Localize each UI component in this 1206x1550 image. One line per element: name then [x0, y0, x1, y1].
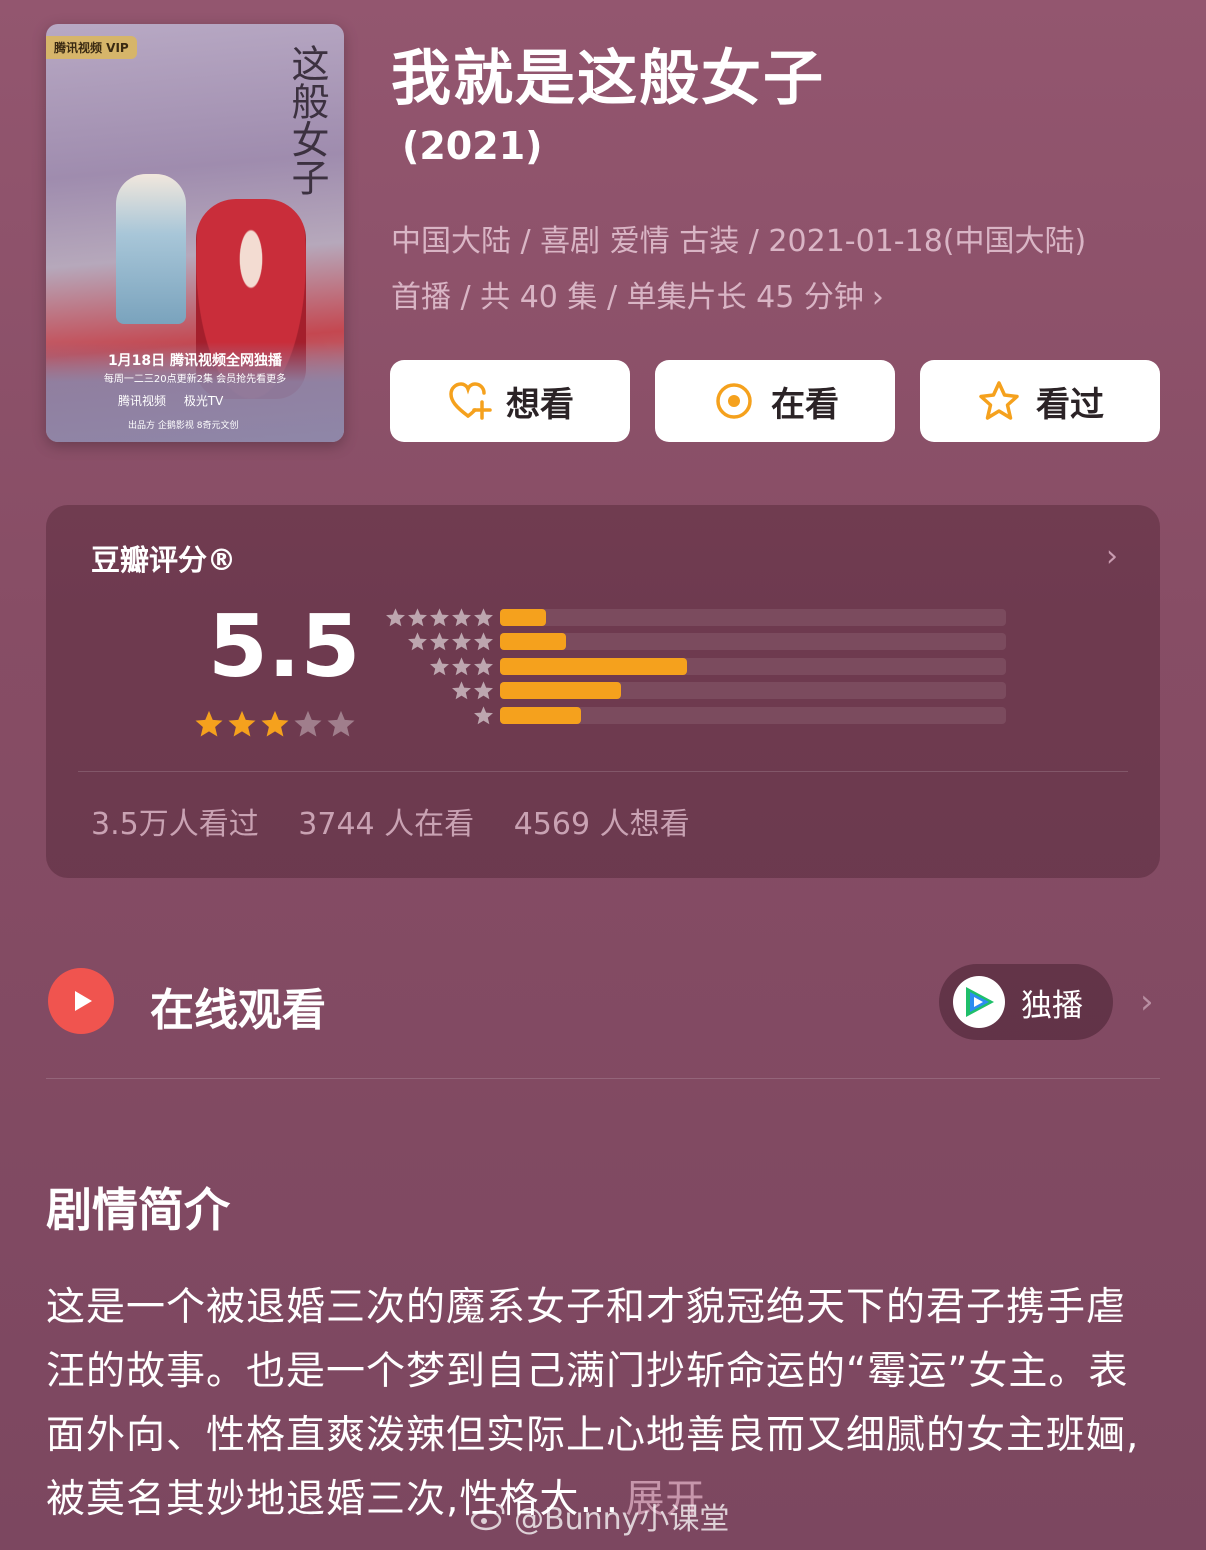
star-icon: [474, 706, 493, 724]
distribution-bar-track: [500, 633, 1006, 651]
audience-counts: 3.5万人看过 3744 人在看 4569 人想看: [91, 799, 720, 843]
distribution-bar-track: [500, 608, 1006, 626]
star-icon: [430, 657, 449, 675]
distribution-stars-4: [382, 631, 500, 652]
poster-release-line: 1月18日 腾讯视频全网独播: [107, 353, 283, 369]
poster-credits: 出品方 企鹅影视 8奇元文创: [128, 421, 239, 431]
distribution-stars-1: [382, 705, 500, 726]
star-icon: [452, 657, 471, 675]
distribution-row-4: [382, 630, 1006, 655]
star-icon: [408, 632, 427, 651]
tencent-video-icon: [953, 976, 1005, 1028]
target-dot-icon: [711, 378, 757, 424]
star-icon: [430, 632, 449, 651]
star-icon: [474, 632, 493, 651]
watermark: @Bunny小课堂: [470, 1494, 729, 1538]
distribution-row-3: [382, 654, 1006, 679]
section-divider: [46, 1078, 1160, 1079]
heart-plus-icon: [446, 378, 492, 424]
star-icon: [452, 632, 471, 651]
distribution-bar-4: [500, 633, 566, 651]
watched-label: 看过: [1036, 384, 1104, 425]
star-empty-icon: [294, 710, 322, 737]
weibo-icon: [470, 1503, 505, 1531]
poster-vip-badge: 腾讯视频 VIP: [46, 36, 137, 59]
poster-platform-1: 腾讯视频: [118, 394, 167, 408]
exclusive-button[interactable]: 独播: [939, 964, 1113, 1040]
poster-update-line: 每周一二三20点更新2集 会员抢先看更多: [103, 374, 287, 385]
poster-image[interactable]: 腾讯视频 VIP 这般女子 1月18日 腾讯视频全网独播 每周一二三20点更新2…: [46, 24, 344, 442]
poster-platform-2: 极光TV: [183, 394, 224, 408]
star-icon: [408, 608, 427, 626]
distribution-bar-1: [500, 706, 581, 724]
online-watch-label[interactable]: 在线观看: [150, 974, 326, 1038]
release-year: (2021): [402, 124, 543, 168]
page-title: 我就是这般女子: [391, 44, 825, 114]
want-count: 4569 人想看: [513, 807, 690, 842]
chevron-right-icon[interactable]: ›: [1140, 982, 1154, 1022]
synopsis-heading: 剧情简介: [46, 1183, 230, 1237]
distribution-row-5: [382, 605, 1006, 630]
exclusive-label: 独播: [1021, 987, 1083, 1024]
chevron-right-icon[interactable]: ›: [1106, 539, 1118, 574]
star-empty-icon: [327, 710, 355, 737]
star-icon: [474, 608, 493, 626]
chevron-right-icon: ›: [871, 280, 884, 315]
watching-button[interactable]: 在看: [655, 360, 895, 442]
star-icon: [474, 657, 493, 675]
distribution-bar-track: [500, 706, 1006, 724]
star-icon: [452, 608, 471, 626]
star-filled-icon: [195, 710, 223, 737]
watched-count: 3.5万人看过: [91, 807, 259, 842]
watermark-text: @Bunny小课堂: [514, 1502, 730, 1537]
poster-title-art: 这般女子: [285, 44, 329, 196]
distribution-bar-track: [500, 682, 1006, 700]
star-filled-icon: [261, 710, 289, 737]
distribution-row-2: [382, 679, 1006, 704]
watched-button[interactable]: 看过: [920, 360, 1160, 442]
synopsis-text: 这是一个被退婚三次的魔系女子和才貌冠绝天下的君子携手虐汪的故事。也是一个梦到自己…: [46, 1285, 1140, 1522]
meta-line-2: 首播 / 共 40 集 / 单集片长 45 分钟: [391, 280, 864, 315]
star-icon: [430, 608, 449, 626]
meta-line-2-wrap: 首播 / 共 40 集 / 单集片长 45 分钟 ›: [391, 270, 1171, 326]
poster-figure-male: [116, 174, 186, 324]
star-icon: [386, 608, 405, 626]
card-divider: [78, 771, 1128, 772]
poster-platform-logos: 腾讯视频 极光TV: [118, 392, 237, 409]
want-label: 想看: [506, 384, 574, 425]
distribution-stars-2: [382, 680, 500, 701]
play-icon[interactable]: [48, 968, 114, 1034]
star-filled-icon: [228, 710, 256, 737]
rating-score: 5.5: [208, 597, 361, 697]
distribution-bar-2: [500, 682, 621, 700]
want-button[interactable]: 想看: [390, 360, 630, 442]
star-outline-icon: [976, 378, 1022, 424]
rating-label: 豆瓣评分®: [91, 543, 237, 577]
distribution-row-1: [382, 703, 1006, 728]
watching-count: 3744 人在看: [298, 807, 475, 842]
meta-line-1: 中国大陆 / 喜剧 爱情 古装 / 2021-01-18(中国大陆): [391, 224, 1087, 259]
star-icon: [474, 681, 493, 700]
rating-distribution: [382, 605, 1006, 728]
distribution-stars-5: [382, 607, 500, 628]
distribution-bar-3: [500, 657, 687, 675]
distribution-stars-3: [382, 656, 500, 677]
rating-card[interactable]: 豆瓣评分® › 5.5 3.5万人看过 3744 人在看 4569 人想看: [46, 505, 1160, 878]
meta-info[interactable]: 中国大陆 / 喜剧 爱情 古装 / 2021-01-18(中国大陆) 首播 / …: [391, 214, 1171, 326]
distribution-bar-5: [500, 608, 546, 626]
rating-stars: [194, 709, 356, 739]
distribution-bar-track: [500, 657, 1006, 675]
watching-label: 在看: [771, 384, 839, 425]
star-icon: [452, 681, 471, 700]
